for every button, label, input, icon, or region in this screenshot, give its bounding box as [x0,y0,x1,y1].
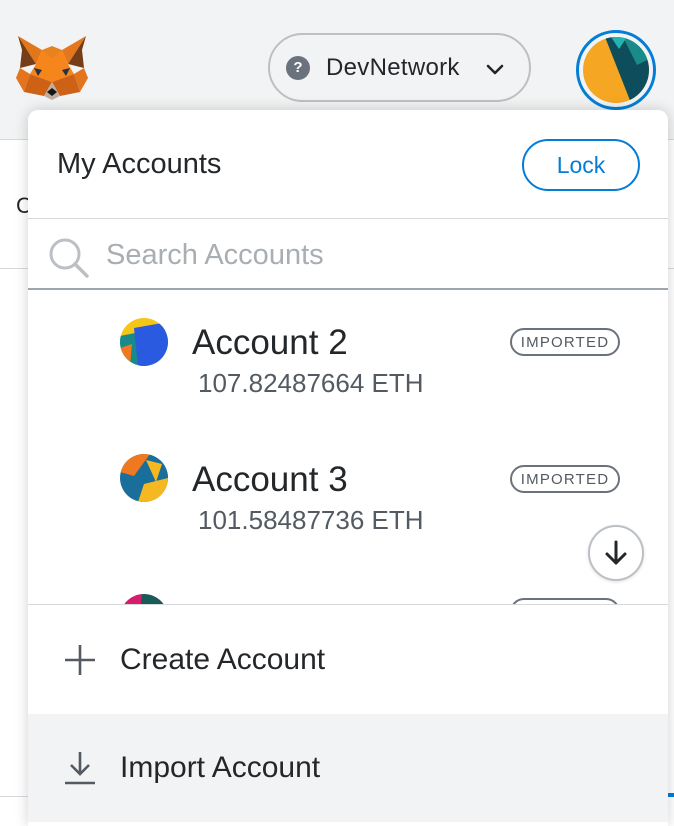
divider [28,604,668,605]
account-name: Account 2 [192,323,348,362]
account-menu: My Accounts Lock Account 2 107.82487664 … [28,110,668,826]
menu-title: My Accounts [57,148,222,180]
account-identicon [120,594,168,604]
download-icon [65,752,95,785]
account-identicon [120,318,168,366]
search-box [28,219,668,291]
arrow-down-icon [605,540,627,565]
account-identicon [120,454,168,502]
import-account-label: Import Account [120,751,321,784]
account-name: Account 3 [192,460,348,499]
network-label: DevNetwork [326,53,460,81]
background-accent [668,793,674,797]
chevron-down-icon [486,64,504,75]
search-underline [28,288,668,290]
account-row[interactable]: Account 2 107.82487664 ETH IMPORTED [28,292,668,430]
account-menu-header: My Accounts Lock [28,110,668,218]
search-accounts-input[interactable] [106,231,646,279]
network-selector-button[interactable]: ? DevNetwork [268,33,531,102]
create-account-button[interactable]: Create Account [28,606,668,714]
account-balance: 107.82487664 ETH [198,368,424,398]
scroll-down-button[interactable] [588,525,644,581]
question-icon: ? [286,55,310,80]
plus-icon [65,645,95,675]
create-account-label: Create Account [120,643,326,676]
account-balance: 101.58487736 ETH [198,505,424,535]
account-avatar-button[interactable] [576,30,656,110]
account-list[interactable]: Account 2 107.82487664 ETH IMPORTED Acco… [28,292,668,604]
import-account-button[interactable]: Import Account [28,714,668,822]
account-row[interactable] [28,568,668,604]
account-row[interactable]: Account 3 101.58487736 ETH IMPORTED [28,430,668,568]
imported-badge: IMPORTED [510,465,620,493]
metamask-fox-logo[interactable] [14,34,90,102]
search-icon [49,238,89,278]
lock-button[interactable]: Lock [522,139,640,191]
avatar-identicon [583,37,649,103]
imported-badge: IMPORTED [510,328,620,356]
